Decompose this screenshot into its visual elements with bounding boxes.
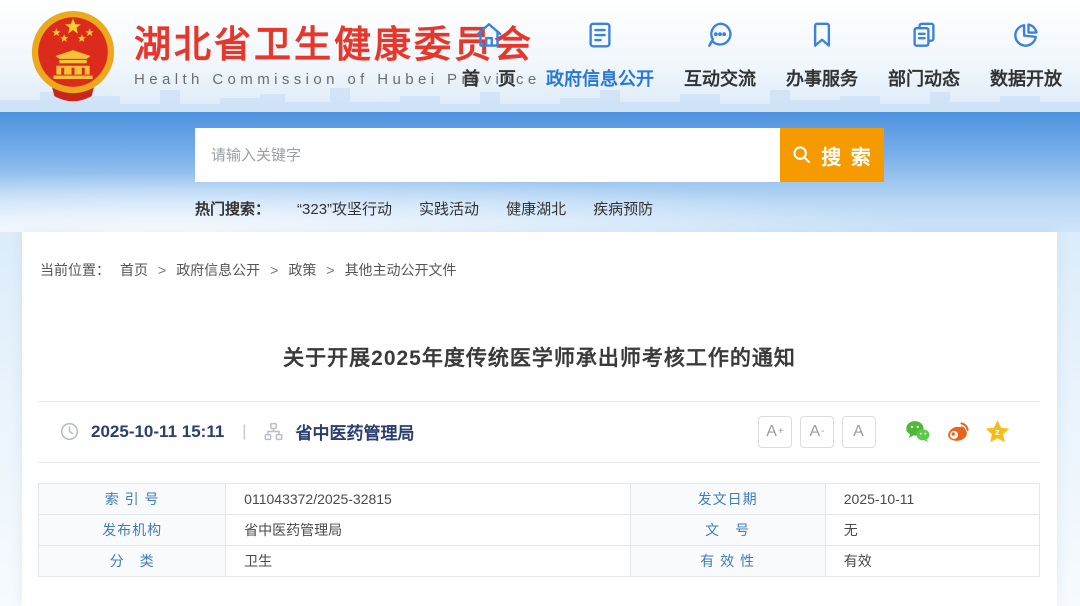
article-meta-row: 2025-10-11 15:11 | 省中医药管理局 A+ A- A — [22, 401, 1057, 462]
article-meta-left: 2025-10-11 15:11 | 省中医药管理局 — [60, 401, 414, 462]
meta-label-validity: 有 效 性 — [630, 546, 825, 577]
search-section: 搜 索 热门搜索： “323”攻坚行动 实践活动 健康湖北 疾病预防 — [0, 112, 1080, 232]
search-icon — [791, 144, 813, 166]
meta-value-publisher: 省中医药管理局 — [226, 515, 630, 546]
search-button-label: 搜 索 — [821, 141, 873, 170]
nav-item-home[interactable]: 首 页 — [462, 20, 516, 91]
article-meta-controls: A+ A- A — [758, 401, 1011, 462]
nav-label: 首 页 — [462, 65, 516, 91]
divider — [38, 462, 1040, 463]
nav-label: 互动交流 — [684, 65, 756, 91]
breadcrumb-separator: > — [326, 262, 334, 278]
table-row: 索 引 号 011043372/2025-32815 发文日期 2025-10-… — [39, 484, 1040, 515]
article-card: 当前位置： 首页 > 政府信息公开 > 政策 > 其他主动公开文件 关于开展20… — [22, 232, 1057, 606]
meta-value-category: 卫生 — [226, 546, 630, 577]
nav-item-departments[interactable]: 部门动态 — [888, 20, 960, 91]
nav-item-services[interactable]: 办事服务 — [786, 20, 858, 91]
font-decrease-button[interactable]: A- — [800, 416, 834, 448]
breadcrumb-item-other-docs[interactable]: 其他主动公开文件 — [345, 260, 457, 280]
chat-bubble-icon — [705, 20, 735, 55]
hot-search-link[interactable]: “323”攻坚行动 — [297, 198, 392, 219]
meta-value-issue-date: 2025-10-11 — [825, 484, 1039, 515]
nav-label: 部门动态 — [888, 65, 960, 91]
national-emblem-icon — [26, 8, 120, 102]
table-row: 分 类 卫生 有 效 性 有效 — [39, 546, 1040, 577]
pie-chart-icon — [1011, 20, 1041, 55]
wechat-share-icon[interactable] — [904, 418, 931, 445]
breadcrumb-item-home[interactable]: 首页 — [120, 260, 148, 280]
hot-search-label: 热门搜索： — [195, 198, 270, 219]
breadcrumb-separator: > — [270, 262, 278, 278]
nav-item-open-data[interactable]: 数据开放 — [990, 20, 1062, 91]
nav-item-gov-info[interactable]: 政府信息公开 — [546, 20, 654, 91]
meta-value-index-no: 011043372/2025-32815 — [226, 484, 630, 515]
meta-label-doc-no: 文 号 — [630, 515, 825, 546]
font-reset-button[interactable]: A — [842, 416, 876, 448]
org-chart-icon — [264, 422, 283, 441]
meta-label-category: 分 类 — [39, 546, 226, 577]
hot-search-row: 热门搜索： “323”攻坚行动 实践活动 健康湖北 疾病预防 — [195, 198, 653, 219]
meta-value-validity: 有效 — [825, 546, 1039, 577]
bookmark-icon — [807, 20, 837, 55]
qzone-share-icon[interactable]: z — [984, 418, 1011, 445]
nav-label: 办事服务 — [786, 65, 858, 91]
search-input[interactable] — [195, 128, 780, 182]
document-icon — [585, 20, 615, 55]
hot-search-link[interactable]: 疾病预防 — [593, 198, 653, 219]
breadcrumb-item-gov-info[interactable]: 政府信息公开 — [176, 260, 260, 280]
meta-separator: | — [242, 423, 246, 441]
document-meta-table: 索 引 号 011043372/2025-32815 发文日期 2025-10-… — [38, 483, 1040, 577]
share-icons: z — [904, 418, 1011, 445]
breadcrumb-separator: > — [158, 262, 166, 278]
breadcrumb-label: 当前位置： — [40, 260, 110, 280]
main-navigation: 首 页 政府信息公开 互动交流 — [462, 20, 1062, 91]
svg-text:z: z — [995, 427, 1000, 437]
meta-label-index-no: 索 引 号 — [39, 484, 226, 515]
search-button[interactable]: 搜 索 — [780, 128, 884, 182]
pages-icon — [909, 20, 939, 55]
breadcrumb: 当前位置： 首页 > 政府信息公开 > 政策 > 其他主动公开文件 — [40, 260, 457, 280]
clock-icon — [60, 422, 79, 441]
nav-label: 政府信息公开 — [546, 65, 654, 91]
hot-search-link[interactable]: 实践活动 — [419, 198, 479, 219]
meta-label-publisher: 发布机构 — [39, 515, 226, 546]
meta-value-doc-no: 无 — [825, 515, 1039, 546]
nav-item-interaction[interactable]: 互动交流 — [684, 20, 756, 91]
publish-source[interactable]: 省中医药管理局 — [295, 419, 414, 444]
home-icon — [474, 20, 504, 55]
weibo-share-icon[interactable] — [944, 418, 971, 445]
font-increase-button[interactable]: A+ — [758, 416, 792, 448]
meta-label-issue-date: 发文日期 — [630, 484, 825, 515]
breadcrumb-item-policy[interactable]: 政策 — [288, 260, 316, 280]
page-title: 关于开展2025年度传统医学师承出师考核工作的通知 — [22, 342, 1057, 372]
site-header: 湖北省卫生健康委员会 Health Commission of Hubei Pr… — [0, 0, 1080, 112]
hot-search-link[interactable]: 健康湖北 — [506, 198, 566, 219]
nav-label: 数据开放 — [990, 65, 1062, 91]
table-row: 发布机构 省中医药管理局 文 号 无 — [39, 515, 1040, 546]
publish-datetime: 2025-10-11 15:11 — [91, 422, 224, 442]
